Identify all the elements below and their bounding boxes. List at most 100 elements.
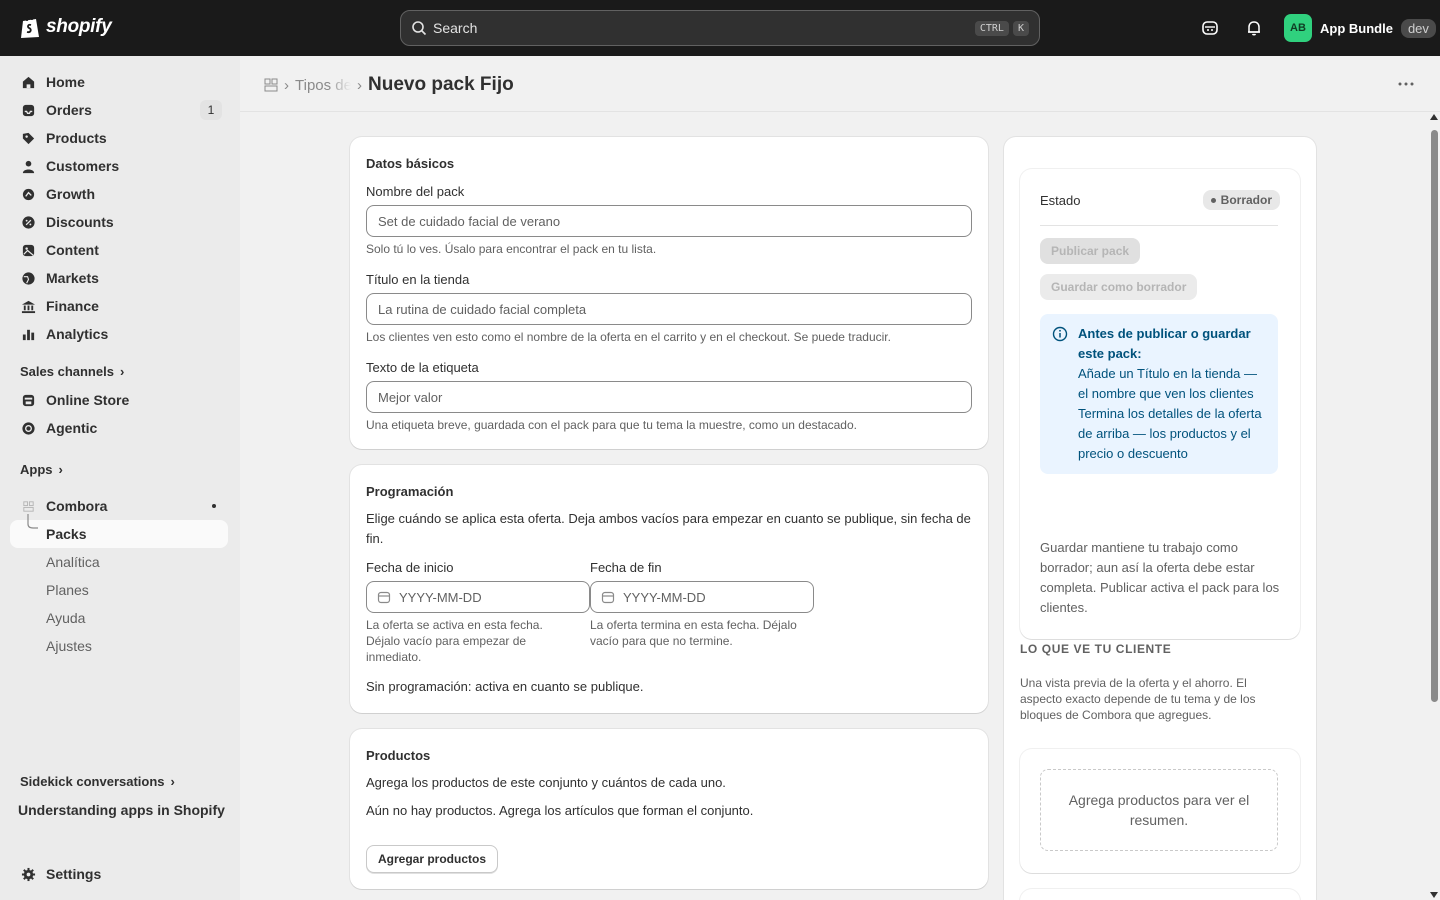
- scroll-thumb[interactable]: [1431, 130, 1438, 702]
- store-icon: [20, 392, 36, 408]
- bell-icon: [1248, 21, 1260, 36]
- sidekick-conversation-item[interactable]: Understanding apps in Shopify: [18, 802, 225, 818]
- calendar-icon: [601, 591, 615, 604]
- preview-empty-state: Agrega productos para ver el resumen.: [1040, 769, 1278, 851]
- page-title: Nuevo pack Fijo: [368, 74, 514, 95]
- schedule-card: Programación Elige cuándo se aplica esta…: [350, 465, 988, 713]
- sidebar-item-label: Finance: [46, 298, 99, 314]
- pack-name-placeholder: Set de cuidado facial de verano: [378, 213, 561, 229]
- growth-icon: [20, 186, 36, 202]
- status-card: Estado Borrador Publicar pack Guardar co…: [1020, 169, 1300, 639]
- sidebar-item-discounts[interactable]: Discounts: [10, 208, 228, 236]
- sidebar-item-planes[interactable]: Planes: [46, 582, 89, 598]
- scrollbar[interactable]: [1428, 112, 1440, 900]
- sidebar-item-customers[interactable]: Customers: [10, 152, 228, 180]
- schedule-summary: Sin programación: activa en cuanto se pu…: [366, 679, 644, 694]
- tag-text-placeholder: Mejor valor: [378, 389, 443, 405]
- preview-card: Agrega productos para ver el resumen.: [1020, 749, 1300, 873]
- add-products-button[interactable]: Agregar productos: [366, 845, 499, 873]
- sidekick-button[interactable]: [1200, 18, 1220, 38]
- scroll-down-arrow-icon[interactable]: [1430, 892, 1438, 898]
- info-icon: [1052, 326, 1068, 342]
- discount-icon: [20, 214, 36, 230]
- tag-icon: [20, 130, 36, 146]
- end-date-input[interactable]: YYYY-MM-DD: [590, 581, 814, 613]
- account-menu[interactable]: AB App Bundle dev: [1284, 14, 1436, 42]
- sidebar-item-agentic[interactable]: Agentic: [10, 414, 228, 442]
- sidebar-item-home[interactable]: Home: [10, 68, 228, 96]
- sidebar-item-packs[interactable]: Packs: [10, 514, 228, 548]
- end-date-help: La oferta termina en esta fecha. Déjalo …: [590, 618, 797, 648]
- sidebar-item-analitica[interactable]: Analítica: [46, 554, 100, 570]
- tag-text-help: Una etiqueta breve, guardada con el pack…: [366, 418, 857, 432]
- sidebar-item-markets[interactable]: Markets: [10, 264, 228, 292]
- sidebar-item-growth[interactable]: Growth: [10, 180, 228, 208]
- sidebar-item-label: Online Store: [46, 392, 130, 408]
- app-grid-icon: [20, 498, 36, 514]
- end-date-placeholder: YYYY-MM-DD: [623, 589, 706, 605]
- info-banner: Antes de publicar o guardar este pack: A…: [1040, 314, 1278, 474]
- sidebar-item-label: Content: [46, 242, 99, 258]
- sidebar-item-label: Settings: [46, 866, 102, 882]
- store-title-placeholder: La rutina de cuidado facial completa: [378, 301, 587, 317]
- right-column-card: Estado Borrador Publicar pack Guardar co…: [1004, 137, 1316, 900]
- sidebar-item-label: Growth: [46, 186, 95, 202]
- sidebar-item-label: Analytics: [46, 326, 109, 342]
- banner-content: Antes de publicar o guardar este pack: A…: [1078, 324, 1266, 464]
- save-draft-button[interactable]: Guardar como borrador: [1040, 274, 1198, 300]
- pack-name-input[interactable]: Set de cuidado facial de verano: [366, 205, 972, 237]
- gear-icon: [20, 866, 36, 882]
- app-grid-icon[interactable]: [264, 78, 278, 92]
- sidebar-item-label: Discounts: [46, 214, 114, 230]
- status-dot-icon: [1210, 197, 1216, 203]
- bar-chart-icon: [20, 326, 36, 342]
- start-date-input[interactable]: YYYY-MM-DD: [366, 581, 590, 613]
- store-name: App Bundle: [1320, 20, 1393, 36]
- person-icon: [20, 158, 36, 174]
- tag-text-input[interactable]: Mejor valor: [366, 381, 972, 413]
- sidebar-item-content[interactable]: Content: [10, 236, 228, 264]
- store-title-help: Los clientes ven esto como el nombre de …: [366, 330, 891, 344]
- banner-item-details: Termina los detalles de la oferta de arr…: [1078, 406, 1262, 461]
- products-card: Productos Agrega los productos de este c…: [350, 729, 988, 889]
- publish-pack-button[interactable]: Publicar pack: [1040, 238, 1141, 264]
- sidebar-item-settings[interactable]: Settings: [10, 860, 228, 888]
- divider: [1040, 225, 1278, 226]
- sidebar-item-label: Customers: [46, 158, 120, 174]
- notifications-button[interactable]: [1244, 18, 1264, 38]
- sidebar-item-label: Agentic: [46, 420, 98, 436]
- content-icon: [20, 242, 36, 258]
- apps-label: Apps: [20, 462, 53, 477]
- sidebar: Home Orders 1 Products Customers Growth …: [0, 56, 240, 900]
- search-bar[interactable]: Search CTRL K: [400, 10, 1040, 46]
- status-label: Estado: [1040, 193, 1081, 208]
- more-actions-icon[interactable]: [1396, 76, 1416, 92]
- sidebar-item-products[interactable]: Products: [10, 124, 228, 152]
- sales-channels-heading[interactable]: Sales channels ›: [20, 364, 124, 379]
- status-badge: Borrador: [1202, 190, 1280, 210]
- sidebar-item-orders[interactable]: Orders 1: [10, 96, 228, 124]
- top-bar: shopify Search CTRL K AB App Bundle dev: [0, 0, 1440, 56]
- sidebar-item-combora[interactable]: Combora: [10, 492, 228, 520]
- preview-heading: LO QUE VE TU CLIENTE: [1020, 642, 1172, 656]
- apps-heading[interactable]: Apps ›: [20, 462, 63, 477]
- store-title-input[interactable]: La rutina de cuidado facial completa: [366, 293, 972, 325]
- banner-title: Antes de publicar o guardar este pack:: [1078, 326, 1251, 361]
- shopify-logo[interactable]: shopify: [20, 15, 112, 39]
- shortcut-ctrl: CTRL: [974, 20, 1009, 36]
- sidebar-item-ayuda[interactable]: Ayuda: [46, 610, 85, 626]
- banner-item-title: Añade un Título en la tienda — el nombre…: [1078, 366, 1257, 401]
- main-content: Datos básicos Nombre del pack Set de cui…: [240, 112, 1428, 900]
- sidebar-item-online-store[interactable]: Online Store: [10, 386, 228, 414]
- sidebar-item-ajustes[interactable]: Ajustes: [46, 638, 92, 654]
- sidekick-heading[interactable]: Sidekick conversations ›: [20, 774, 175, 789]
- sidebar-item-label: Home: [46, 74, 85, 90]
- pin-dot-icon: [212, 504, 216, 508]
- sidebar-item-finance[interactable]: Finance: [10, 292, 228, 320]
- breadcrumb-parent-link[interactable]: Tipos de: [295, 77, 351, 94]
- sidebar-item-analytics[interactable]: Analytics: [10, 320, 228, 348]
- sidekick-icon: [1202, 21, 1218, 35]
- chevron-right-icon: ›: [170, 774, 175, 789]
- scroll-up-arrow-icon[interactable]: [1430, 114, 1438, 120]
- sales-channels-label: Sales channels: [20, 364, 114, 379]
